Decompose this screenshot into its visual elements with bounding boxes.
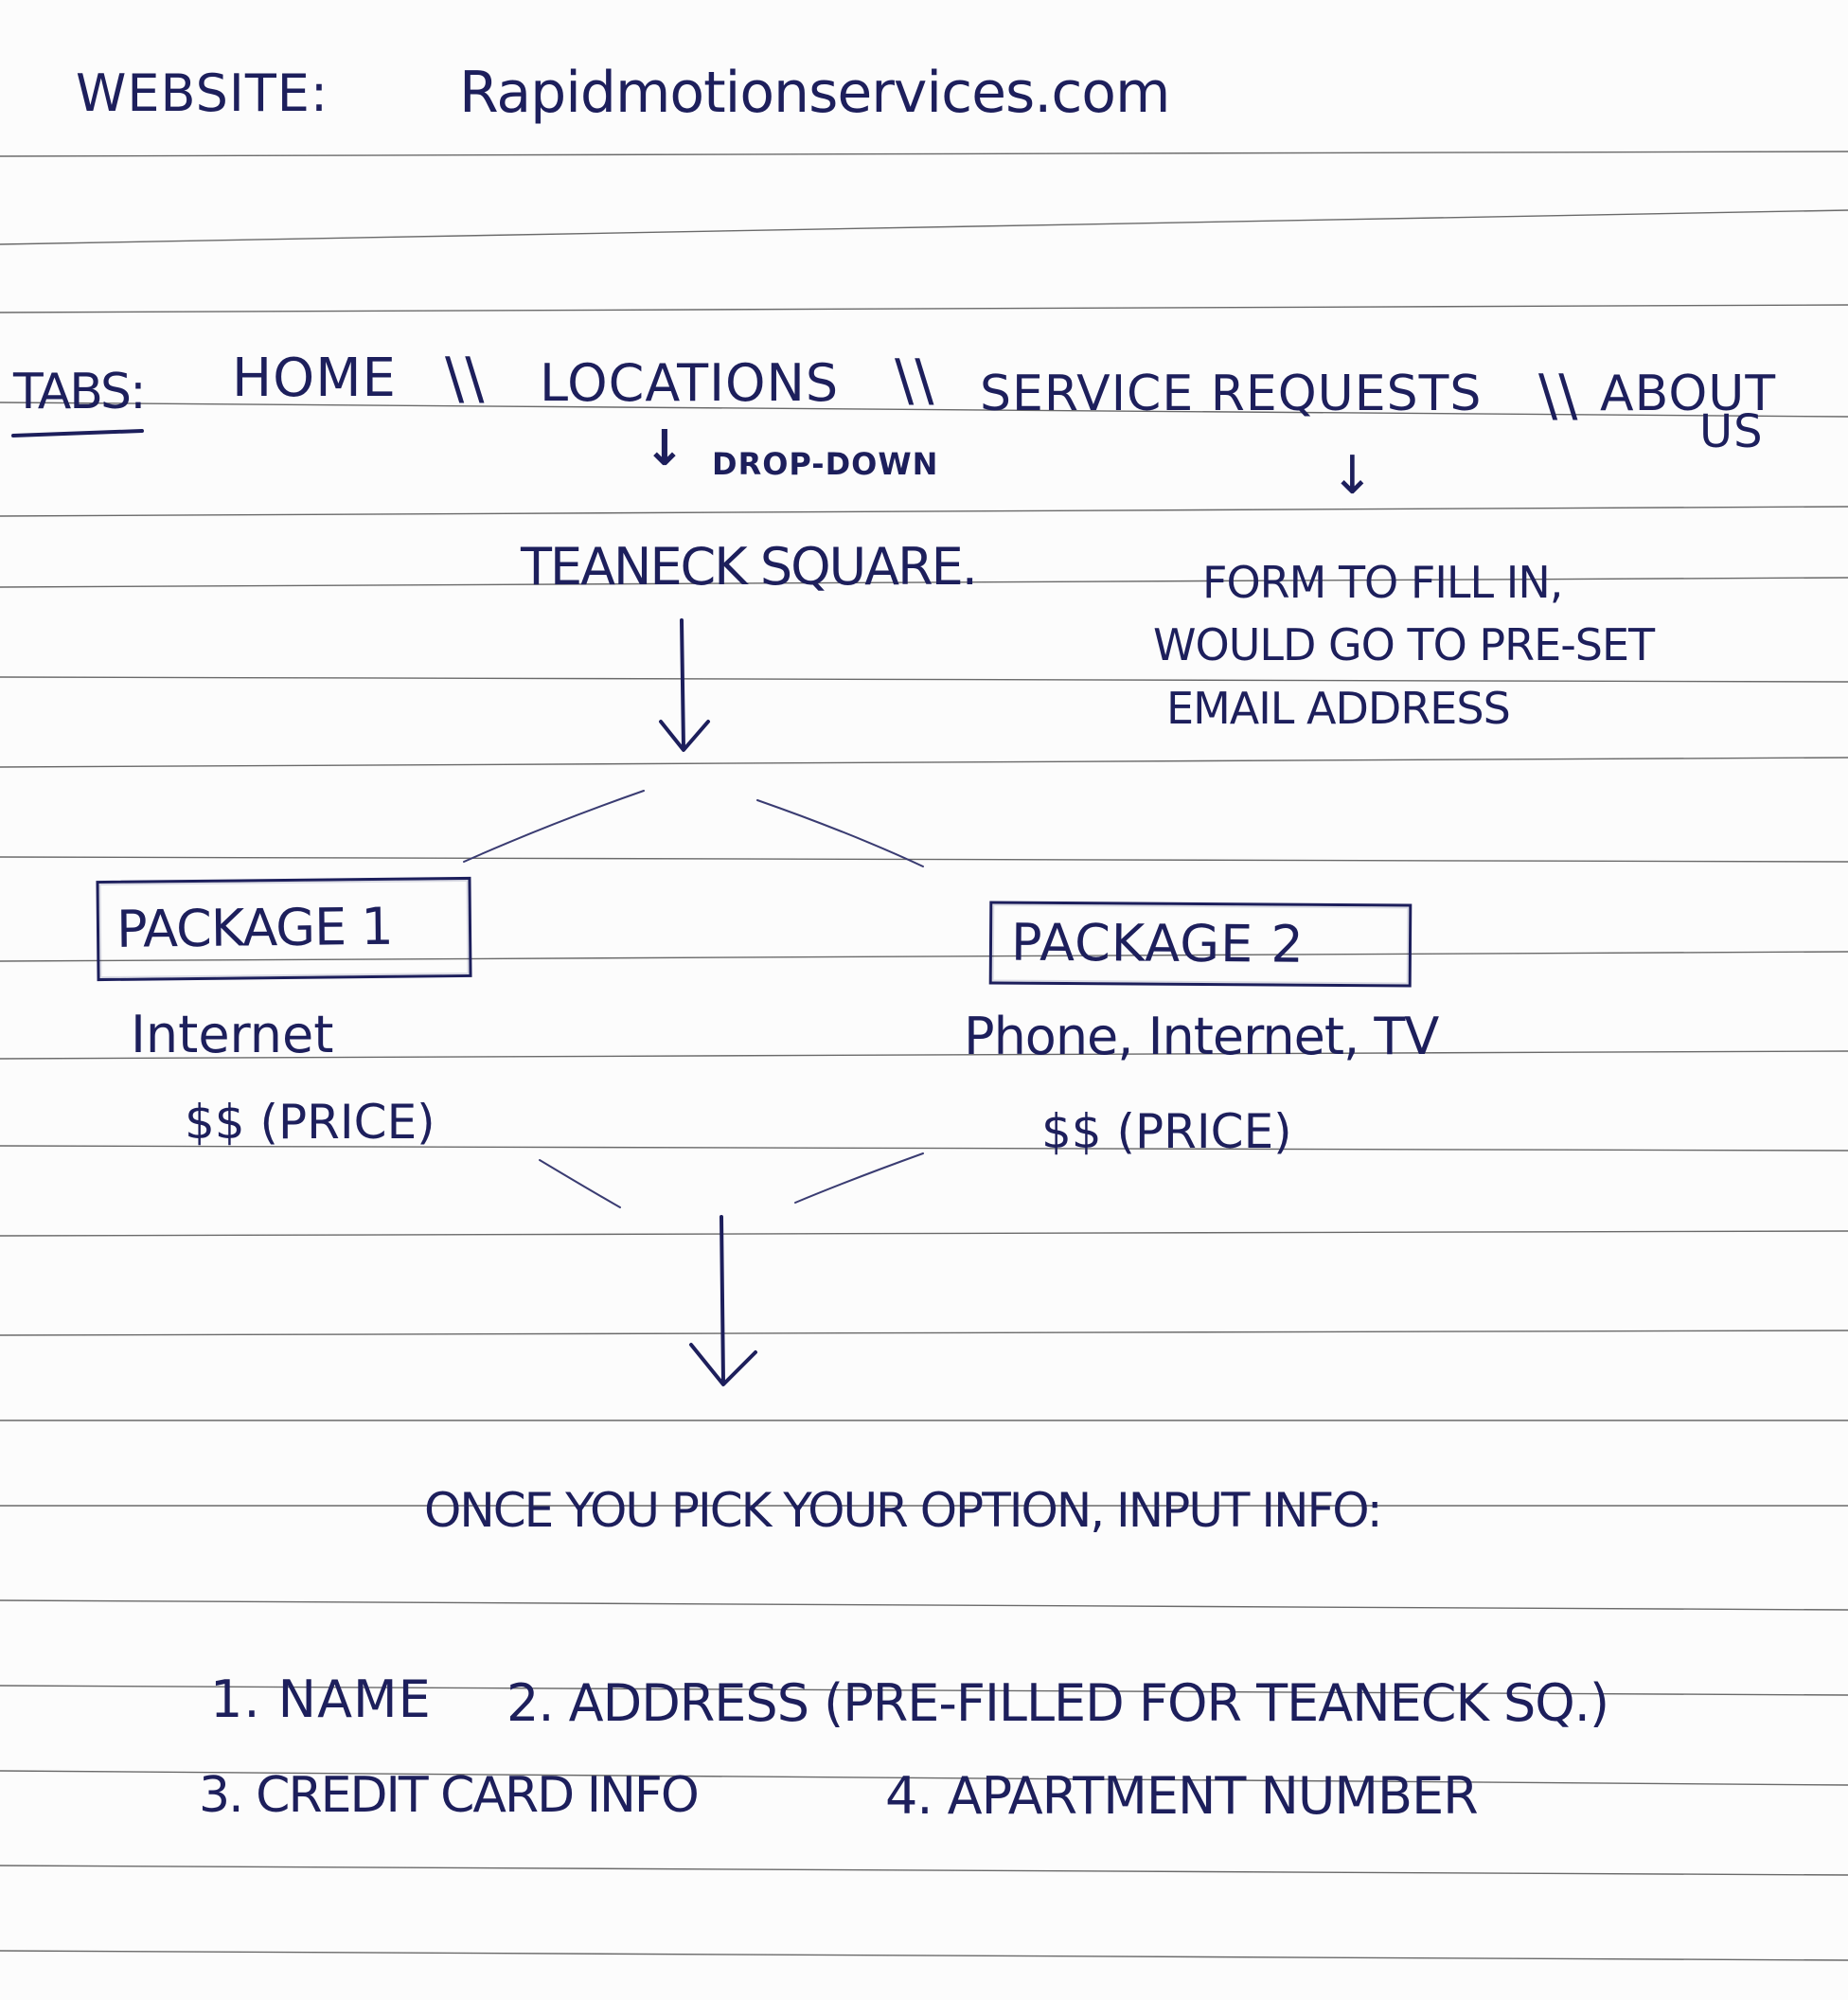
field-address[interactable]: 2. ADDRESS (PRE-FILLED FOR TEANECK SQ.) [506, 1678, 1609, 1729]
notebook-page: WEBSITE: Rapidmotionservices.com TABS: H… [0, 0, 1848, 2000]
package-1-services: Internet [131, 1005, 334, 1064]
package-2-price: $$ (PRICE) [1041, 1104, 1292, 1159]
package-1-price: $$ (PRICE) [185, 1095, 435, 1150]
tab-separator-1: \\ [445, 346, 486, 412]
tab-service-requests[interactable]: SERVICE REQUESTS [980, 369, 1482, 419]
tabs-underline [11, 429, 144, 438]
field-name[interactable]: 1. NAME [210, 1674, 432, 1725]
tab-home[interactable]: HOME [232, 352, 397, 405]
tab-separator-2: \\ [895, 348, 935, 414]
checkout-heading: ONCE YOU PICK YOUR OPTION, INPUT INFO: [424, 1483, 1383, 1538]
branch-line-package-1 [463, 790, 645, 863]
merge-line-package-2 [794, 1152, 924, 1204]
form-description-line-3: EMAIL ADDRESS [1166, 683, 1511, 734]
service-requests-arrow-icon: ↓ [1330, 445, 1375, 507]
package-1-card[interactable]: PACKAGE 1 [96, 876, 472, 982]
dropdown-note: DROP-DOWN [712, 446, 939, 482]
tab-locations[interactable]: LOCATIONS [540, 358, 839, 409]
form-description-line-1: FORM TO FILL IN, [1202, 557, 1563, 608]
form-description-line-2: WOULD GO TO PRE-SET [1153, 619, 1655, 670]
field-credit-card[interactable]: 3. CREDIT CARD INFO [199, 1771, 700, 1820]
package-2-title: PACKAGE 2 [1010, 912, 1305, 974]
tabs-label: TABS: [13, 364, 147, 420]
teaneck-down-arrow [680, 618, 685, 750]
tab-separator-3: \\ [1538, 363, 1579, 429]
website-domain[interactable]: Rapidmotionservices.com [459, 64, 1170, 121]
dropdown-arrow-icon: ↓ [644, 420, 685, 477]
location-teaneck-square[interactable]: TEANECK SQUARE. [521, 542, 978, 593]
package-2-card[interactable]: PACKAGE 2 [988, 901, 1413, 988]
package-2-services: Phone, Internet, TV [964, 1007, 1439, 1066]
merge-line-package-1 [539, 1159, 621, 1208]
checkout-down-arrow [720, 1215, 725, 1384]
package-1-title: PACKAGE 1 [116, 896, 394, 959]
website-label: WEBSITE: [76, 63, 329, 123]
field-apartment-number[interactable]: 4. APARTMENT NUMBER [885, 1771, 1479, 1822]
branch-line-package-2 [756, 799, 924, 867]
tab-about-us[interactable]: ABOUT US [1600, 369, 1776, 455]
